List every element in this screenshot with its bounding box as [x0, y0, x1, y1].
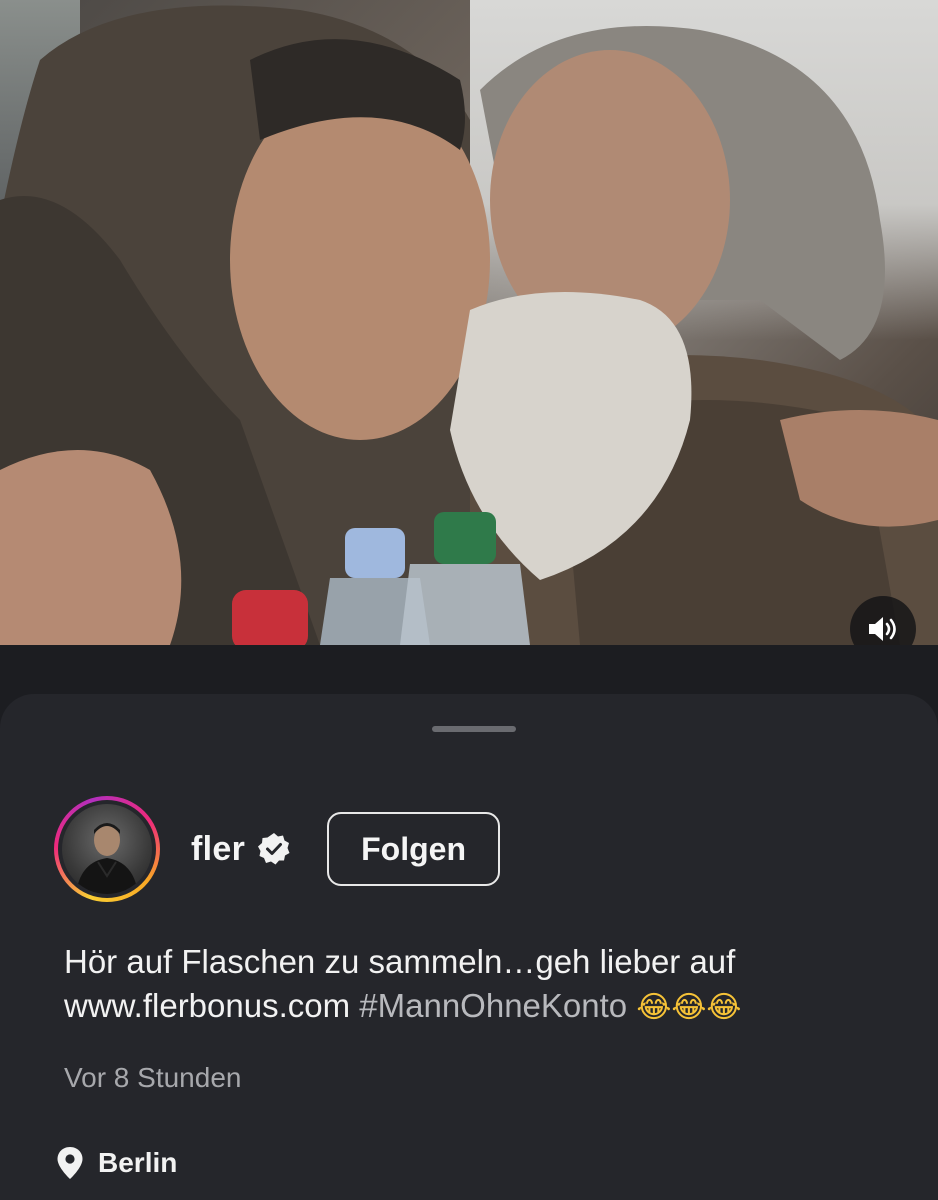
avatar-story-ring[interactable]: [54, 796, 160, 902]
caption-hashtag[interactable]: #MannOhneKonto: [359, 987, 627, 1024]
caption-link[interactable]: www.flerbonus.com: [64, 987, 350, 1024]
location-row[interactable]: Berlin: [56, 1146, 177, 1180]
avatar: [62, 804, 152, 894]
post-timestamp: Vor 8 Stunden: [64, 1062, 242, 1093]
caption-text: Hör auf Flaschen zu sammeln…geh lieber a…: [64, 943, 736, 980]
location-pin-icon: [57, 1147, 83, 1179]
follow-button[interactable]: Folgen: [327, 812, 500, 886]
verified-badge-icon: [257, 832, 291, 866]
avatar-person-photo: [76, 823, 138, 894]
caption-emojis: 😂😂😂: [636, 990, 742, 1025]
username[interactable]: fler: [191, 830, 245, 869]
author-row: fler Folgen: [54, 790, 500, 908]
location-label[interactable]: Berlin: [98, 1147, 177, 1179]
post-viewer: fler Folgen Hör auf Flaschen zu sammeln……: [0, 0, 938, 1200]
post-details-sheet: fler Folgen Hör auf Flaschen zu sammeln……: [0, 694, 938, 1200]
speaker-volume-icon: [869, 617, 896, 641]
sheet-drag-handle[interactable]: [432, 726, 516, 732]
post-photo[interactable]: [0, 0, 938, 645]
photo-illustration: [0, 5, 938, 645]
post-caption: Hör auf Flaschen zu sammeln…geh lieber a…: [64, 940, 904, 1030]
